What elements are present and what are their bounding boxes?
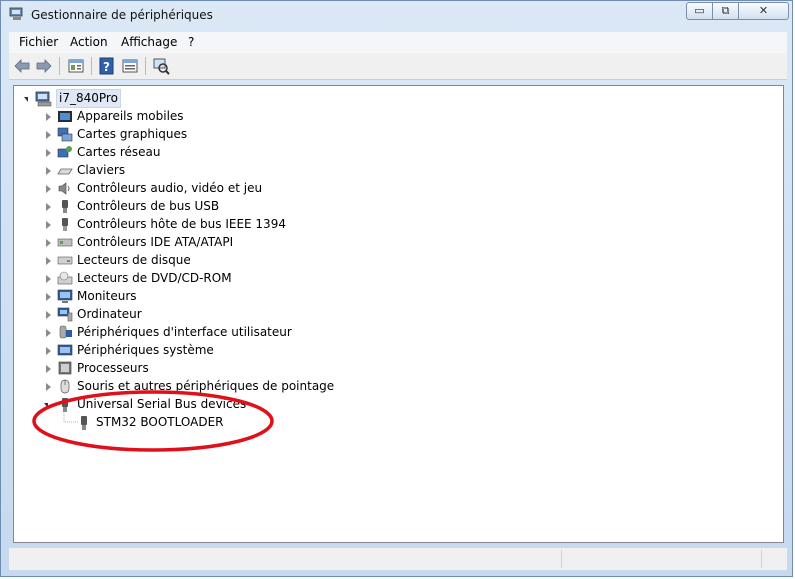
expand-arrow-icon[interactable]	[46, 203, 51, 211]
tree-node[interactable]: Claviers	[42, 162, 372, 179]
expand-arrow-icon[interactable]	[46, 167, 51, 175]
menu-action[interactable]: Action	[70, 35, 108, 49]
tree-node-label: Lecteurs de DVD/CD-ROM	[77, 271, 232, 285]
tree-root-label: i7_840Pro	[56, 89, 121, 108]
tree-node-label: Lecteurs de disque	[77, 253, 191, 267]
tree-node[interactable]: Périphériques d'interface utilisateur	[42, 324, 372, 341]
collapse-arrow-icon[interactable]	[24, 97, 28, 102]
toolbar-separator	[91, 57, 92, 75]
expand-arrow-icon[interactable]	[46, 311, 51, 319]
toolbar: ?	[9, 53, 787, 80]
expand-arrow-icon[interactable]	[46, 275, 51, 283]
tree-node[interactable]: Cartes réseau	[42, 144, 372, 161]
expand-arrow-icon[interactable]	[46, 347, 51, 355]
tree-node[interactable]: Lecteurs de DVD/CD-ROM	[42, 270, 372, 287]
status-bar-cell	[561, 550, 762, 568]
disk-drive-icon	[57, 253, 73, 268]
monitor-icon	[57, 289, 73, 304]
tree-node-label: Contrôleurs audio, vidéo et jeu	[77, 181, 263, 195]
menu-bar: Fichier Action Affichage ?	[9, 31, 787, 54]
tree-node[interactable]: Contrôleurs hôte de bus IEEE 1394	[42, 216, 372, 233]
system-device-icon	[57, 343, 73, 358]
properties-icon[interactable]	[67, 57, 85, 75]
scan-hardware-icon[interactable]	[152, 57, 170, 75]
forward-arrow-icon[interactable]	[35, 57, 53, 75]
details-icon[interactable]	[121, 57, 139, 75]
expand-arrow-icon[interactable]	[46, 329, 51, 337]
hid-icon	[57, 325, 73, 340]
computer-icon	[35, 91, 52, 107]
tree-node-label: Cartes réseau	[77, 145, 161, 159]
expand-arrow-icon[interactable]	[46, 149, 51, 157]
expand-arrow-icon[interactable]	[46, 293, 51, 301]
tree-node[interactable]: Contrôleurs de bus USB	[42, 198, 372, 215]
tree-node-label: Périphériques système	[77, 343, 214, 357]
menu-affichage[interactable]: Affichage	[121, 35, 177, 49]
tree-node-label: Contrôleurs de bus USB	[77, 199, 220, 213]
tree-node-label: Contrôleurs hôte de bus IEEE 1394	[77, 217, 286, 231]
tree-node-label: Appareils mobiles	[77, 109, 184, 123]
menu-help[interactable]: ?	[188, 35, 194, 49]
toolbar-separator	[59, 57, 60, 75]
tree-node[interactable]: Cartes graphiques	[42, 126, 372, 143]
keyboard-icon	[57, 163, 73, 178]
tree-node[interactable]: Ordinateur	[42, 306, 372, 323]
audio-speaker-icon	[57, 181, 73, 196]
toolbar-separator	[145, 57, 146, 75]
expand-arrow-icon[interactable]	[46, 365, 51, 373]
tree-node-label: Claviers	[77, 163, 126, 177]
mobile-device-icon	[57, 109, 73, 124]
expand-arrow-icon[interactable]	[46, 131, 51, 139]
maximize-button[interactable]: ⧉	[712, 2, 739, 20]
computer-icon	[57, 307, 73, 322]
tree-node-label: Processeurs	[77, 361, 149, 375]
device-tree[interactable]: i7_840Pro Appareils mobiles Cartes graphi…	[13, 85, 784, 543]
ieee1394-icon	[57, 217, 73, 232]
tree-node[interactable]: Processeurs	[42, 360, 372, 377]
device-manager-window: Gestionnaire de périphériques ▭ ⧉ ✕ Fich…	[0, 0, 793, 577]
expand-arrow-icon[interactable]	[46, 257, 51, 265]
dvd-drive-icon	[57, 271, 73, 286]
red-highlight-ellipse	[32, 390, 274, 452]
tree-root[interactable]: i7_840Pro	[22, 89, 222, 108]
tree-node[interactable]: Moniteurs	[42, 288, 372, 305]
tree-node[interactable]: Appareils mobiles	[42, 108, 372, 125]
tree-node[interactable]: Contrôleurs IDE ATA/ATAPI	[42, 234, 372, 251]
ide-controller-icon	[57, 235, 73, 250]
tree-node[interactable]: Contrôleurs audio, vidéo et jeu	[42, 180, 372, 197]
close-button[interactable]: ✕	[738, 2, 789, 20]
display-adapter-icon	[57, 127, 73, 142]
expand-arrow-icon[interactable]	[46, 221, 51, 229]
tree-node-label: Ordinateur	[77, 307, 142, 321]
svg-text:?: ?	[103, 60, 110, 74]
status-bar-cell	[761, 550, 786, 568]
tree-node[interactable]: Lecteurs de disque	[42, 252, 372, 269]
status-bar	[9, 547, 787, 570]
expand-arrow-icon[interactable]	[46, 185, 51, 193]
back-arrow-icon[interactable]	[13, 57, 31, 75]
minimize-button[interactable]: ▭	[686, 2, 713, 20]
tree-node-label: Périphériques d'interface utilisateur	[77, 325, 292, 339]
network-adapter-icon	[57, 145, 73, 160]
window-title: Gestionnaire de périphériques	[31, 8, 213, 22]
device-manager-icon	[9, 7, 25, 21]
menu-fichier[interactable]: Fichier	[19, 35, 58, 49]
title-bar[interactable]: Gestionnaire de périphériques ▭ ⧉ ✕	[1, 1, 792, 29]
tree-node-label: Moniteurs	[77, 289, 137, 303]
usb-controller-icon	[57, 199, 73, 214]
tree-node-label: Cartes graphiques	[77, 127, 188, 141]
help-icon[interactable]: ?	[98, 57, 116, 75]
processor-icon	[57, 361, 73, 376]
tree-node-label: Contrôleurs IDE ATA/ATAPI	[77, 235, 234, 249]
expand-arrow-icon[interactable]	[46, 113, 51, 121]
tree-node[interactable]: Périphériques système	[42, 342, 372, 359]
expand-arrow-icon[interactable]	[46, 239, 51, 247]
